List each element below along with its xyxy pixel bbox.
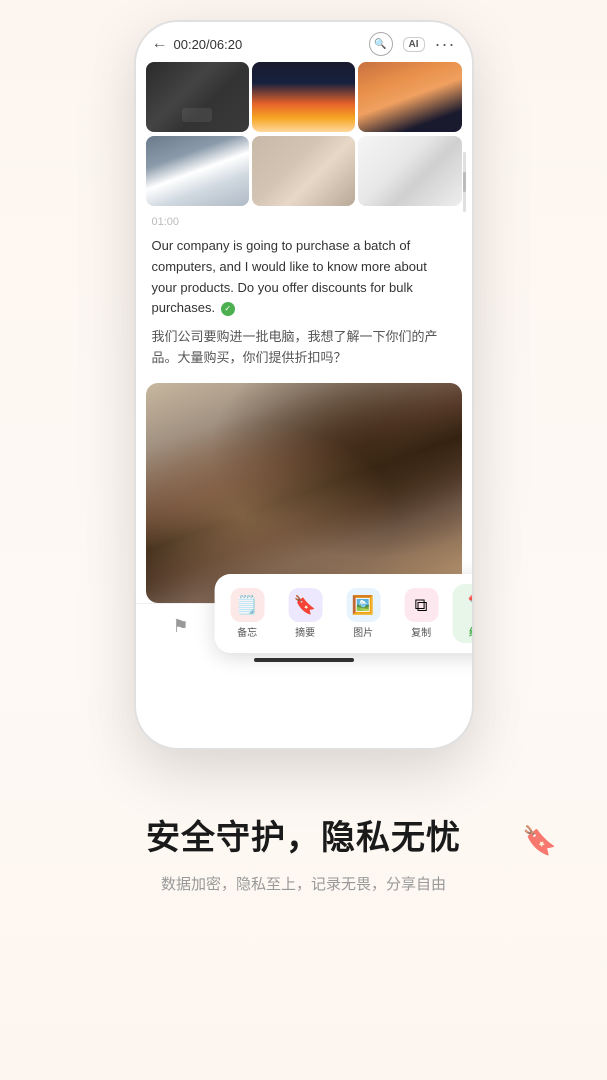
- copy-label: 复制: [411, 624, 431, 639]
- dot-1: [472, 282, 474, 288]
- summary-icon: 🔖: [288, 588, 322, 622]
- action-image[interactable]: 🖼️ 图片: [336, 584, 390, 643]
- image-cell-3[interactable]: [358, 62, 461, 132]
- flag-icon: ⚑: [173, 616, 189, 637]
- action-menu-wrapper: 🗒️ 备忘 🔖 摘要 🖼️ 图片 ⧉ 复制 ✏️ 编辑: [214, 574, 473, 653]
- deco-bookmark-icon: 🔖: [522, 824, 557, 857]
- summary-label: 摘要: [295, 624, 315, 639]
- image-label: 图片: [353, 624, 373, 639]
- dot-2: [472, 292, 474, 298]
- top-bar-left: ← 00:20/06:20: [152, 35, 243, 53]
- action-menu: 🗒️ 备忘 🔖 摘要 🖼️ 图片 ⧉ 复制 ✏️ 编辑: [214, 574, 473, 653]
- flag-button[interactable]: ⚑: [173, 616, 189, 637]
- side-dots: [472, 282, 474, 308]
- main-title: 安全守护，隐私无忧: [40, 810, 567, 859]
- content-image[interactable]: [146, 383, 462, 603]
- timestamp: 01:00: [136, 210, 472, 232]
- back-button[interactable]: ←: [152, 35, 168, 53]
- image-cell-4[interactable]: [146, 136, 249, 206]
- english-text-block: Our company is going to purchase a batch…: [136, 232, 472, 373]
- image-cell-2[interactable]: [252, 62, 355, 132]
- english-text-content: Our company is going to purchase a batch…: [152, 238, 427, 315]
- edit-label: 编辑: [469, 624, 473, 639]
- copy-icon: ⧉: [404, 588, 438, 622]
- search-icon[interactable]: 🔍: [369, 32, 393, 56]
- playback-time: 00:20/06:20: [174, 37, 243, 52]
- memo-label: 备忘: [237, 624, 257, 639]
- image-icon: 🖼️: [346, 588, 380, 622]
- sub-title: 数据加密，隐私至上，记录无畏，分享自由: [40, 873, 567, 897]
- bottom-section: 安全守护，隐私无忧 数据加密，隐私至上，记录无畏，分享自由 🔖: [0, 750, 607, 937]
- phone-frame: ← 00:20/06:20 🔍 AI ···: [134, 20, 474, 750]
- action-copy[interactable]: ⧉ 复制: [394, 584, 448, 643]
- action-summary[interactable]: 🔖 摘要: [278, 584, 332, 643]
- image-grid: [136, 62, 472, 136]
- image-cell-1[interactable]: [146, 62, 249, 132]
- image-grid-2: [136, 136, 472, 210]
- action-edit[interactable]: ✏️ 编辑: [452, 584, 473, 643]
- memo-icon: 🗒️: [230, 588, 264, 622]
- top-bar-right: 🔍 AI ···: [369, 32, 456, 56]
- image-cell-6[interactable]: [358, 136, 461, 206]
- image-cell-5[interactable]: [252, 136, 355, 206]
- chinese-content: 我们公司要购进一批电脑，我想了解一下你们的产品。大量购买，你们提供折扣吗？: [152, 327, 456, 369]
- ai-badge[interactable]: AI: [403, 37, 425, 52]
- scroll-thumb: [463, 172, 466, 192]
- action-memo[interactable]: 🗒️ 备忘: [220, 584, 274, 643]
- edit-icon: ✏️: [462, 588, 473, 622]
- more-menu-button[interactable]: ···: [435, 34, 456, 55]
- top-bar: ← 00:20/06:20 🔍 AI ···: [136, 22, 472, 62]
- home-indicator: [136, 650, 472, 674]
- home-bar: [254, 658, 354, 662]
- english-content: Our company is going to purchase a batch…: [152, 236, 456, 319]
- check-icon: ✓: [221, 302, 235, 316]
- dot-3: [472, 302, 474, 308]
- scroll-indicator: [463, 152, 466, 212]
- phone-section: ← 00:20/06:20 🔍 AI ···: [0, 0, 607, 750]
